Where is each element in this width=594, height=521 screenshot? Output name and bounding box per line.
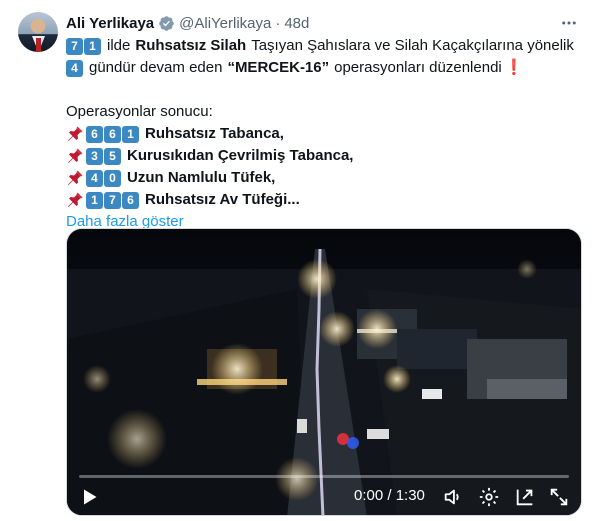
volume-icon[interactable] [441,485,465,509]
keycap-digit: 6 [86,125,103,143]
text-segment: operasyonları düzenlendi [334,59,502,76]
keycap-digit: 1 [86,191,103,209]
separator-dot: · [275,14,281,32]
text-line-1: 7 1 ilde Ruhsatsız Silah Taşıyan Şahısla… [66,35,581,57]
text-line-2: 4 gündür devam eden “MERCEK-16” operasyo… [66,57,581,79]
fullscreen-icon[interactable] [547,485,571,509]
play-icon[interactable] [77,485,101,509]
avatar[interactable] [18,12,58,52]
keycap-digit: 4 [86,169,103,187]
pushpin-icon [68,148,83,163]
video-controls: 0:00 / 1:30 [67,469,581,515]
keycap-digit: 7 [66,37,83,55]
tweet-text: 7 1 ilde Ruhsatsız Silah Taşıyan Şahısla… [66,35,581,233]
author-name[interactable]: Ali Yerlikaya [66,15,154,32]
video-time: 0:00 / 1:30 [354,487,425,504]
result-label: Ruhsatsız Av Tüfeği... [145,191,300,208]
tweet-age[interactable]: 48d [284,15,309,32]
result-item: 6 6 1 Ruhsatsız Tabanca, [66,123,581,145]
exclamation-icon: ❗ [504,59,524,76]
pip-icon[interactable] [513,485,537,509]
result-label: Kurusıkıdan Çevrilmiş Tabanca, [127,147,354,164]
text-segment: gündür devam eden [89,59,223,76]
settings-icon[interactable] [477,485,501,509]
keycap-digit: 1 [122,125,139,143]
result-item: 1 7 6 Ruhsatsız Av Tüfeği... [66,189,581,211]
result-item: 3 5 Kurusıkıdan Çevrilmiş Tabanca, [66,145,581,167]
verified-badge-icon [159,15,174,31]
keycap-digit: 1 [84,37,101,55]
keycap-digit: 5 [104,147,121,165]
keycap-digit: 0 [104,169,121,187]
keycap-digit: 6 [122,191,139,209]
keycap-digit: 3 [86,147,103,165]
result-label: Ruhsatsız Tabanca, [145,125,284,142]
video-progress-bar[interactable] [79,475,569,478]
result-item: 4 0 Uzun Namlulu Tüfek, [66,167,581,189]
author-handle[interactable]: @AliYerlikaya [179,15,271,32]
text-segment: ilde [107,37,131,54]
pushpin-icon [68,192,83,207]
keycap-digit: 7 [104,191,121,209]
tweet-header: Ali Yerlikaya @AliYerlikaya · 48d [66,12,580,34]
results-heading: Operasyonlar sonucu: [66,103,213,120]
text-bold-segment: Ruhsatsız Silah [135,37,247,54]
video-player[interactable]: 0:00 / 1:30 [66,228,582,516]
text-bold-segment: “MERCEK-16” [227,59,330,76]
pushpin-icon [68,170,83,185]
text-segment: Taşıyan Şahıslara ve Silah Kaçakçılarına… [251,37,574,54]
result-label: Uzun Namlulu Tüfek, [127,169,276,186]
more-icon[interactable] [558,12,580,34]
keycap-digit: 4 [66,59,83,77]
pushpin-icon [68,126,83,141]
keycap-digit: 6 [104,125,121,143]
